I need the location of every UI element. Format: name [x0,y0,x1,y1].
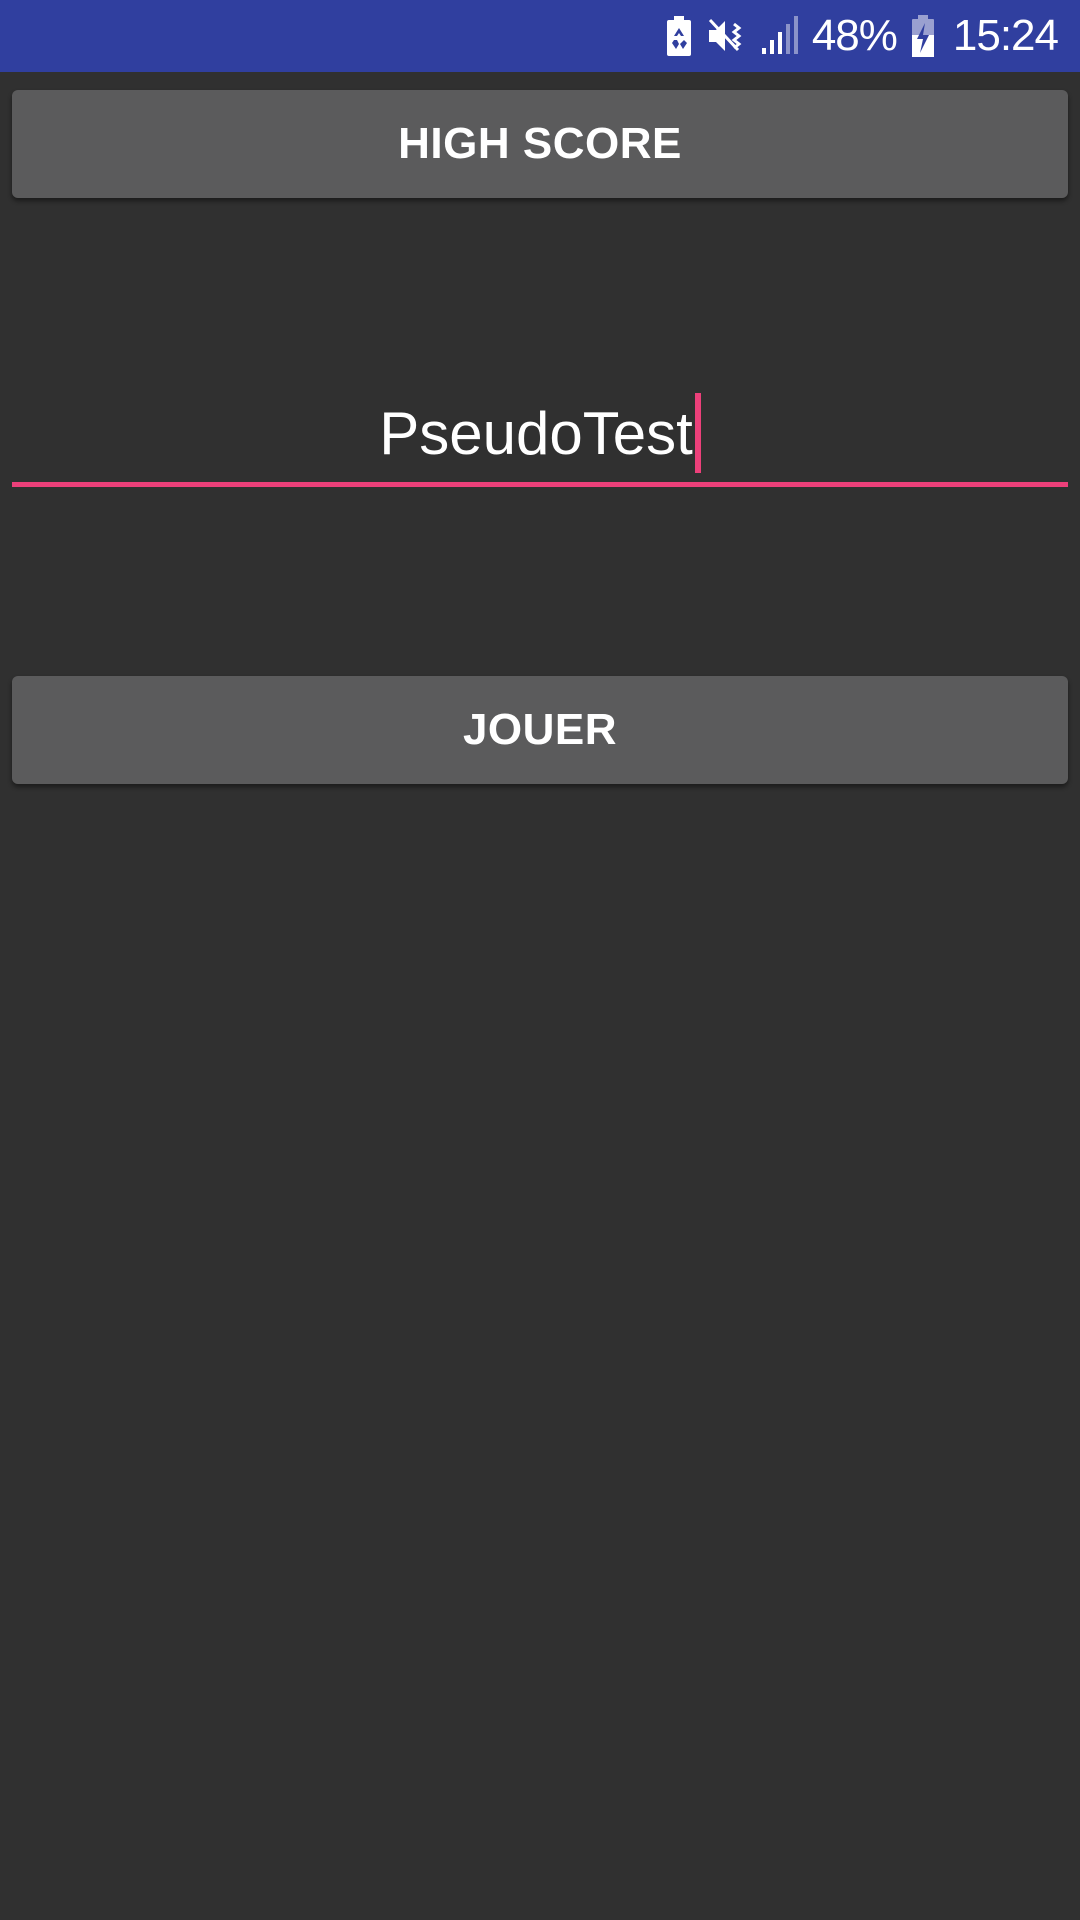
battery-percent: 48% [811,11,898,60]
clock: 15:24 [952,11,1059,60]
battery-charging-icon [911,15,935,57]
battery-saver-icon [666,16,692,56]
pseudo-input[interactable]: PseudoTest [12,385,1068,487]
play-button[interactable]: JOUER [12,676,1068,784]
status-icons: 48% 15:24 [666,0,1059,72]
pseudo-input-value-container: PseudoTest [12,385,1068,481]
pseudo-input-value: PseudoTest [379,399,693,467]
status-bar: 48% 15:24 [0,0,1080,72]
high-score-button-label: HIGH SCORE [398,119,682,168]
play-button-label: JOUER [462,705,618,754]
pseudo-input-underline [12,482,1068,487]
signal-icon [760,16,798,56]
high-score-button[interactable]: HIGH SCORE [12,90,1068,198]
text-cursor [694,393,701,473]
vibrate-mode-icon [706,16,746,56]
